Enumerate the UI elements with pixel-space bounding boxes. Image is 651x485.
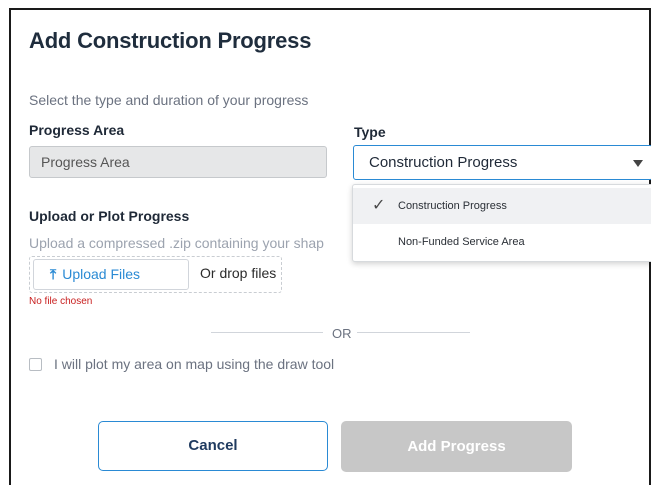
type-option-construction-progress[interactable]: ✓ Construction Progress	[353, 188, 651, 224]
modal-subtitle: Select the type and duration of your pro…	[29, 92, 309, 108]
upload-icon: ⤒	[50, 266, 57, 282]
type-option-non-funded-service-area[interactable]: Non-Funded Service Area	[353, 224, 651, 260]
divider-line-left	[211, 332, 323, 333]
upload-files-label: Upload Files	[62, 266, 141, 282]
caret-down-icon	[633, 160, 643, 167]
type-select[interactable]: Construction Progress	[353, 145, 651, 180]
no-file-message: No file chosen	[29, 296, 93, 307]
type-option-label: Construction Progress	[398, 200, 507, 212]
type-select-value: Construction Progress	[369, 154, 518, 171]
upload-section-label: Upload or Plot Progress	[29, 208, 190, 224]
type-option-label: Non-Funded Service Area	[398, 236, 525, 248]
modal-title: Add Construction Progress	[29, 28, 312, 53]
cancel-button[interactable]: Cancel	[98, 421, 328, 471]
or-divider-text: OR	[332, 326, 352, 341]
progress-area-field: Progress Area	[29, 146, 327, 178]
file-dropzone[interactable]: ⤒ Upload Files Or drop files	[29, 256, 282, 293]
upload-files-button[interactable]: ⤒ Upload Files	[33, 259, 189, 290]
plot-on-map-checkbox[interactable]	[29, 358, 42, 371]
add-progress-button[interactable]: Add Progress	[341, 421, 572, 472]
check-icon: ✓	[372, 197, 386, 214]
add-progress-modal: Add Construction Progress Select the typ…	[9, 8, 651, 485]
plot-on-map-label[interactable]: I will plot my area on map using the dra…	[54, 356, 334, 372]
drop-files-text: Or drop files	[200, 265, 277, 281]
upload-hint: Upload a compressed .zip containing your…	[29, 235, 324, 251]
type-label: Type	[354, 124, 386, 140]
progress-area-label: Progress Area	[29, 122, 125, 138]
divider-line-right	[357, 332, 470, 333]
type-dropdown-menu: ✓ Construction Progress Non-Funded Servi…	[352, 184, 651, 262]
